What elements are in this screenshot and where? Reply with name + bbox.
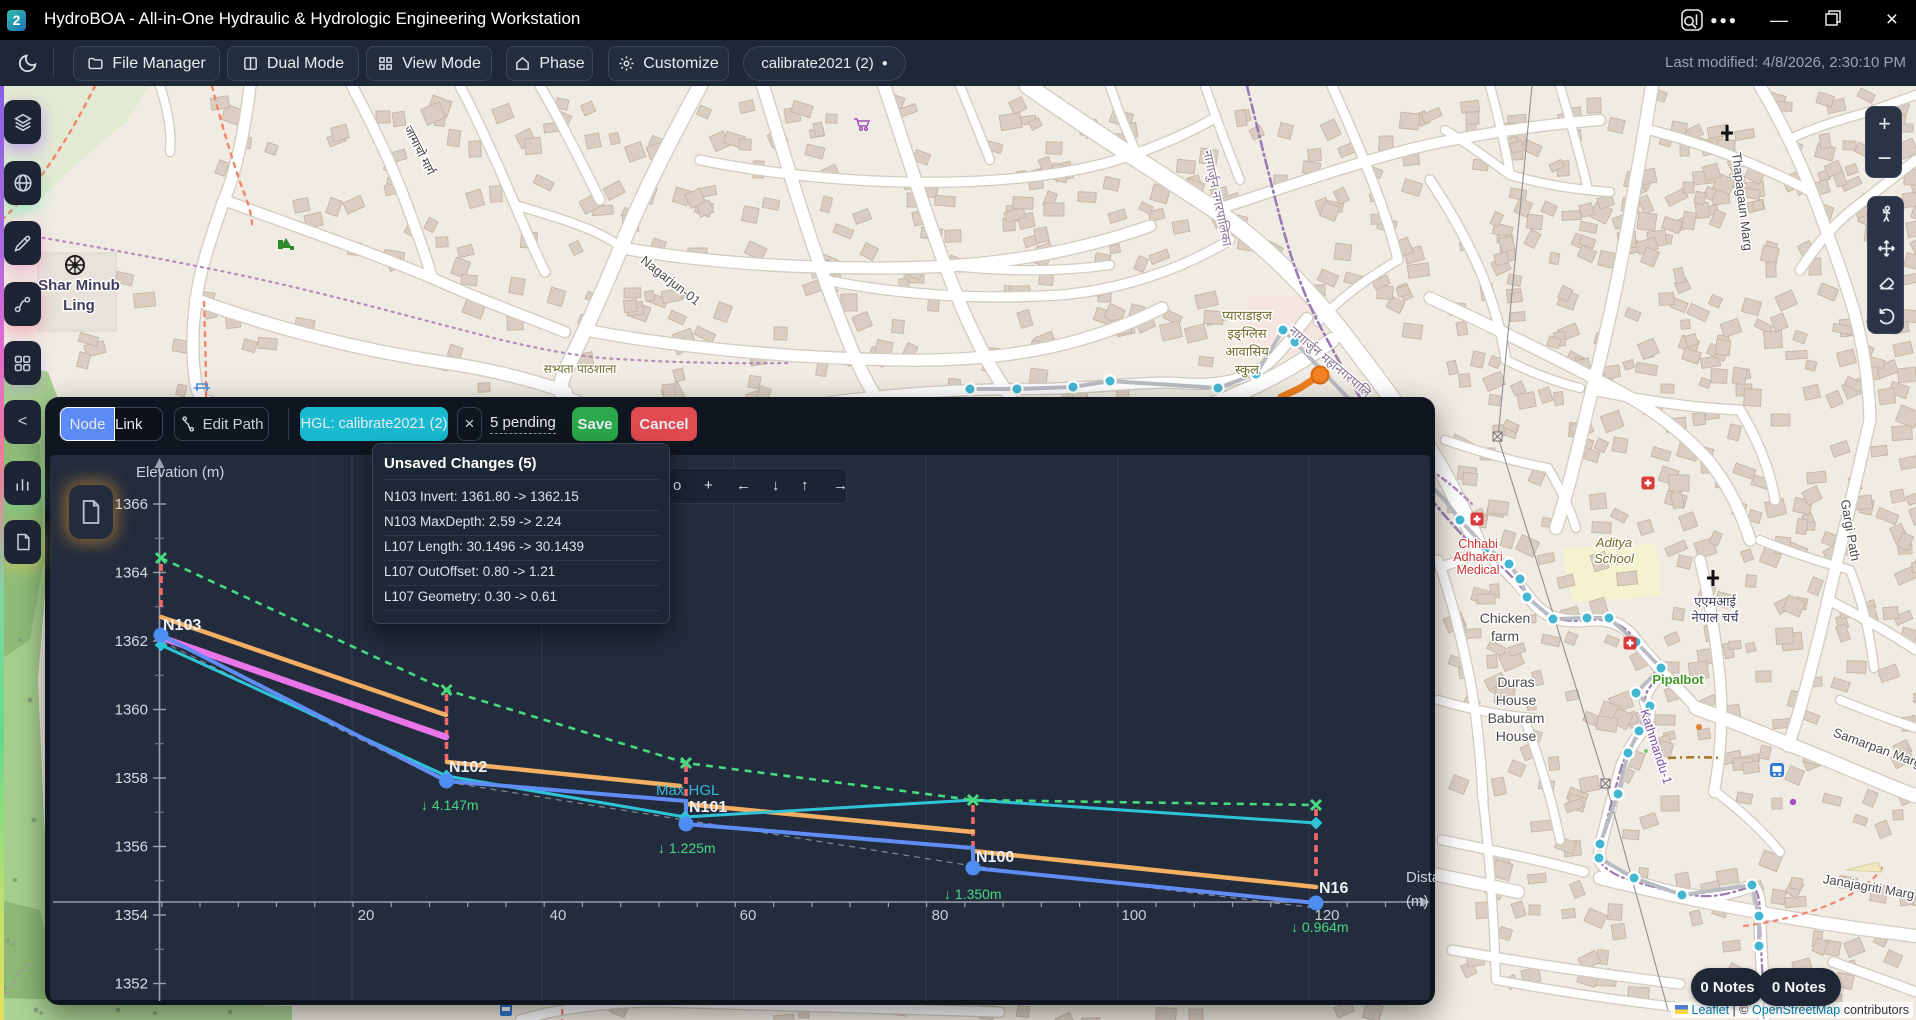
- svg-text:60: 60: [740, 907, 757, 924]
- svg-text:आवासिय: आवासिय: [1225, 344, 1269, 359]
- svg-text:Medical: Medical: [1456, 563, 1499, 577]
- svg-text:1364: 1364: [115, 565, 148, 582]
- svg-text:1358: 1358: [115, 770, 148, 787]
- svg-text:1362: 1362: [115, 633, 148, 650]
- svg-text:1366: 1366: [115, 496, 148, 513]
- svg-text:N100: N100: [976, 849, 1014, 866]
- svg-text:N103: N103: [163, 617, 201, 634]
- svg-text:स्कुल: स्कुल: [1235, 362, 1259, 378]
- svg-text:नेपाल चर्च: नेपाल चर्च: [1692, 610, 1740, 625]
- svg-text:Duras: Duras: [1497, 674, 1534, 690]
- svg-text:↓ 4.147m: ↓ 4.147m: [421, 797, 479, 813]
- svg-text:1354: 1354: [115, 907, 148, 924]
- svg-text:Elevation (m): Elevation (m): [136, 464, 224, 481]
- svg-text:N16: N16: [1319, 880, 1348, 897]
- svg-text:House: House: [1496, 692, 1537, 708]
- svg-text:Shar Minub: Shar Minub: [38, 277, 120, 294]
- svg-text:प्याराडाइज: प्याराडाइज: [1222, 308, 1272, 323]
- svg-text:सभ्यता पाठशाला: सभ्यता पाठशाला: [544, 362, 618, 376]
- svg-text:Ling: Ling: [63, 297, 95, 314]
- svg-text:Pipalbot: Pipalbot: [1652, 672, 1704, 687]
- svg-text:40: 40: [550, 907, 567, 924]
- svg-text:N101: N101: [689, 799, 727, 816]
- svg-text:Distance: Distance: [1406, 869, 1435, 886]
- svg-text:↓ 1.350m: ↓ 1.350m: [944, 886, 1002, 902]
- svg-text:एएमआई: एएमआई: [1694, 594, 1737, 609]
- svg-text:20: 20: [358, 907, 375, 924]
- svg-text:House: House: [1496, 728, 1537, 744]
- svg-text:Max HGL: Max HGL: [656, 782, 719, 799]
- svg-text:1356: 1356: [115, 839, 148, 856]
- svg-text:100: 100: [1121, 907, 1146, 924]
- svg-text:Chicken: Chicken: [1480, 610, 1531, 626]
- svg-text:(m): (m): [1406, 893, 1429, 910]
- svg-text:Chhabi: Chhabi: [1458, 537, 1498, 551]
- svg-text:Baburam: Baburam: [1488, 710, 1545, 726]
- svg-text:1360: 1360: [115, 702, 148, 719]
- svg-text:↓ 0.964m: ↓ 0.964m: [1291, 919, 1349, 935]
- svg-text:farm: farm: [1491, 628, 1519, 644]
- svg-text:80: 80: [932, 907, 949, 924]
- svg-text:इङ्ग्लिस: इङ्ग्लिस: [1227, 326, 1266, 342]
- svg-text:↓ 1.225m: ↓ 1.225m: [658, 840, 716, 856]
- svg-text:1352: 1352: [115, 976, 148, 993]
- svg-text:N102: N102: [449, 759, 487, 776]
- svg-text:School: School: [1594, 551, 1635, 566]
- svg-text:Aditya: Aditya: [1595, 535, 1632, 550]
- svg-text:Adhakari: Adhakari: [1453, 550, 1502, 564]
